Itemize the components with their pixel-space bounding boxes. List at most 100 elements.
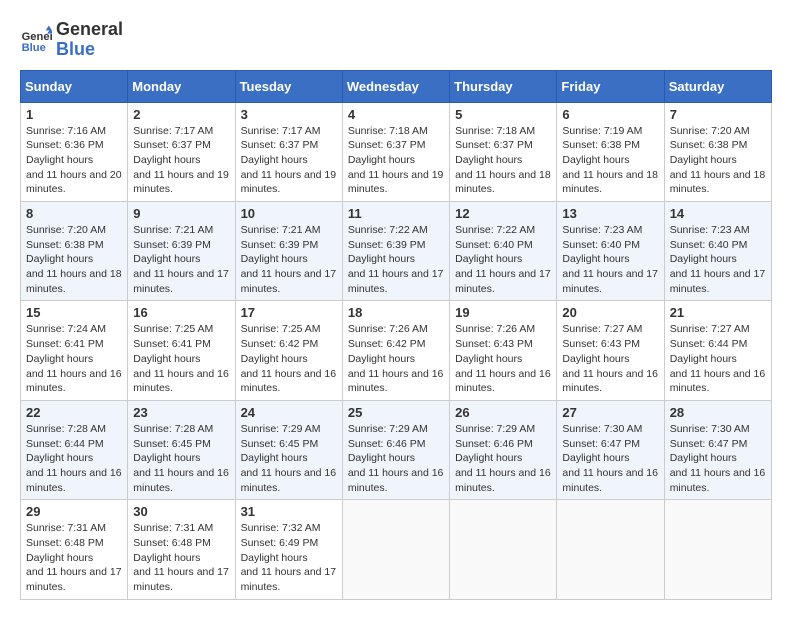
- day-number: 27: [562, 405, 658, 420]
- day-info: Sunrise: 7:30 AMSunset: 6:47 PMDaylight …: [562, 422, 658, 495]
- day-info: Sunrise: 7:25 AMSunset: 6:41 PMDaylight …: [133, 322, 229, 395]
- day-info: Sunrise: 7:23 AMSunset: 6:40 PMDaylight …: [562, 223, 658, 296]
- day-info: Sunrise: 7:16 AMSunset: 6:36 PMDaylight …: [26, 124, 122, 197]
- day-number: 29: [26, 504, 122, 519]
- calendar-day-cell: 5Sunrise: 7:18 AMSunset: 6:37 PMDaylight…: [450, 102, 557, 201]
- day-number: 17: [241, 305, 337, 320]
- calendar-week-row: 8 Sunrise: 7:20 AMSunset: 6:38 PMDaylight…: [21, 202, 772, 301]
- page-header: General Blue General Blue: [20, 20, 772, 60]
- header-saturday: Saturday: [664, 70, 771, 102]
- logo-icon: General Blue: [20, 24, 52, 56]
- day-info: Sunrise: 7:23 AMSunset: 6:40 PMDaylight …: [670, 223, 766, 296]
- day-info: Sunrise: 7:32 AMSunset: 6:49 PMDaylight …: [241, 521, 337, 594]
- logo-text: General Blue: [56, 20, 123, 60]
- day-info: Sunrise: 7:28 AMSunset: 6:45 PMDaylight …: [133, 422, 229, 495]
- day-info: Sunrise: 7:20 AMSunset: 6:38 PMDaylight …: [26, 223, 122, 296]
- day-number: 14: [670, 206, 766, 221]
- day-number: 26: [455, 405, 551, 420]
- day-number: 24: [241, 405, 337, 420]
- day-number: 7: [670, 107, 766, 122]
- day-info: Sunrise: 7:27 AMSunset: 6:44 PMDaylight …: [670, 322, 766, 395]
- day-number: 10: [241, 206, 337, 221]
- calendar-day-cell: 9 Sunrise: 7:21 AMSunset: 6:39 PMDaylight…: [128, 202, 235, 301]
- calendar-day-cell: 21 Sunrise: 7:27 AMSunset: 6:44 PMDayligh…: [664, 301, 771, 400]
- calendar-day-cell: [557, 500, 664, 599]
- calendar-day-cell: 24 Sunrise: 7:29 AMSunset: 6:45 PMDayligh…: [235, 400, 342, 499]
- calendar-day-cell: 16 Sunrise: 7:25 AMSunset: 6:41 PMDayligh…: [128, 301, 235, 400]
- calendar-day-cell: 26 Sunrise: 7:29 AMSunset: 6:46 PMDayligh…: [450, 400, 557, 499]
- day-info: Sunrise: 7:29 AMSunset: 6:46 PMDaylight …: [455, 422, 551, 495]
- calendar-day-cell: 8 Sunrise: 7:20 AMSunset: 6:38 PMDaylight…: [21, 202, 128, 301]
- svg-text:Blue: Blue: [22, 42, 46, 54]
- calendar-day-cell: 25Sunrise: 7:29 AMSunset: 6:46 PMDayligh…: [342, 400, 449, 499]
- calendar-day-cell: 2Sunrise: 7:17 AMSunset: 6:37 PMDaylight…: [128, 102, 235, 201]
- day-number: 4: [348, 107, 444, 122]
- day-number: 16: [133, 305, 229, 320]
- day-info: Sunrise: 7:26 AMSunset: 6:43 PMDaylight …: [455, 322, 551, 395]
- day-info: Sunrise: 7:20 AMSunset: 6:38 PMDaylight …: [670, 124, 766, 197]
- day-number: 18: [348, 305, 444, 320]
- calendar-day-cell: 22 Sunrise: 7:28 AMSunset: 6:44 PMDayligh…: [21, 400, 128, 499]
- calendar-day-cell: 20Sunrise: 7:27 AMSunset: 6:43 PMDayligh…: [557, 301, 664, 400]
- day-info: Sunrise: 7:31 AMSunset: 6:48 PMDaylight …: [133, 521, 229, 594]
- day-info: Sunrise: 7:19 AMSunset: 6:38 PMDaylight …: [562, 124, 658, 197]
- header-thursday: Thursday: [450, 70, 557, 102]
- calendar-day-cell: 10 Sunrise: 7:21 AMSunset: 6:39 PMDayligh…: [235, 202, 342, 301]
- day-number: 8: [26, 206, 122, 221]
- logo: General Blue General Blue: [20, 20, 123, 60]
- header-sunday: Sunday: [21, 70, 128, 102]
- day-number: 9: [133, 206, 229, 221]
- calendar-day-cell: 28Sunrise: 7:30 AMSunset: 6:47 PMDayligh…: [664, 400, 771, 499]
- day-number: 31: [241, 504, 337, 519]
- day-info: Sunrise: 7:21 AMSunset: 6:39 PMDaylight …: [133, 223, 229, 296]
- calendar-day-cell: 30 Sunrise: 7:31 AMSunset: 6:48 PMDayligh…: [128, 500, 235, 599]
- day-info: Sunrise: 7:26 AMSunset: 6:42 PMDaylight …: [348, 322, 444, 395]
- day-number: 13: [562, 206, 658, 221]
- calendar-day-cell: 4Sunrise: 7:18 AMSunset: 6:37 PMDaylight…: [342, 102, 449, 201]
- day-info: Sunrise: 7:24 AMSunset: 6:41 PMDaylight …: [26, 322, 122, 395]
- header-monday: Monday: [128, 70, 235, 102]
- calendar-day-cell: 27 Sunrise: 7:30 AMSunset: 6:47 PMDayligh…: [557, 400, 664, 499]
- calendar-day-cell: 15 Sunrise: 7:24 AMSunset: 6:41 PMDayligh…: [21, 301, 128, 400]
- calendar-day-cell: 3Sunrise: 7:17 AMSunset: 6:37 PMDaylight…: [235, 102, 342, 201]
- day-info: Sunrise: 7:30 AMSunset: 6:47 PMDaylight …: [670, 422, 766, 495]
- day-info: Sunrise: 7:25 AMSunset: 6:42 PMDaylight …: [241, 322, 337, 395]
- calendar-week-row: 22 Sunrise: 7:28 AMSunset: 6:44 PMDayligh…: [21, 400, 772, 499]
- day-info: Sunrise: 7:22 AMSunset: 6:39 PMDaylight …: [348, 223, 444, 296]
- calendar-day-cell: 29 Sunrise: 7:31 AMSunset: 6:48 PMDayligh…: [21, 500, 128, 599]
- day-number: 11: [348, 206, 444, 221]
- calendar-week-row: 15 Sunrise: 7:24 AMSunset: 6:41 PMDayligh…: [21, 301, 772, 400]
- calendar-day-cell: 1 Sunrise: 7:16 AMSunset: 6:36 PMDaylight…: [21, 102, 128, 201]
- day-info: Sunrise: 7:31 AMSunset: 6:48 PMDaylight …: [26, 521, 122, 594]
- calendar-day-cell: [450, 500, 557, 599]
- calendar-week-row: 1 Sunrise: 7:16 AMSunset: 6:36 PMDaylight…: [21, 102, 772, 201]
- day-info: Sunrise: 7:28 AMSunset: 6:44 PMDaylight …: [26, 422, 122, 495]
- calendar-day-cell: 18 Sunrise: 7:26 AMSunset: 6:42 PMDayligh…: [342, 301, 449, 400]
- day-info: Sunrise: 7:29 AMSunset: 6:46 PMDaylight …: [348, 422, 444, 495]
- calendar-day-cell: 19 Sunrise: 7:26 AMSunset: 6:43 PMDayligh…: [450, 301, 557, 400]
- calendar-day-cell: 31 Sunrise: 7:32 AMSunset: 6:49 PMDayligh…: [235, 500, 342, 599]
- day-number: 12: [455, 206, 551, 221]
- calendar-day-cell: [664, 500, 771, 599]
- calendar-day-cell: [342, 500, 449, 599]
- calendar-day-cell: 14 Sunrise: 7:23 AMSunset: 6:40 PMDayligh…: [664, 202, 771, 301]
- calendar-day-cell: 13 Sunrise: 7:23 AMSunset: 6:40 PMDayligh…: [557, 202, 664, 301]
- header-friday: Friday: [557, 70, 664, 102]
- calendar-day-cell: 23Sunrise: 7:28 AMSunset: 6:45 PMDayligh…: [128, 400, 235, 499]
- calendar-table: Sunday Monday Tuesday Wednesday Thursday…: [20, 70, 772, 600]
- day-number: 20: [562, 305, 658, 320]
- day-number: 22: [26, 405, 122, 420]
- day-number: 15: [26, 305, 122, 320]
- day-number: 30: [133, 504, 229, 519]
- svg-text:General: General: [22, 31, 52, 43]
- calendar-day-cell: 7 Sunrise: 7:20 AMSunset: 6:38 PMDaylight…: [664, 102, 771, 201]
- calendar-day-cell: 12 Sunrise: 7:22 AMSunset: 6:40 PMDayligh…: [450, 202, 557, 301]
- day-info: Sunrise: 7:22 AMSunset: 6:40 PMDaylight …: [455, 223, 551, 296]
- day-info: Sunrise: 7:29 AMSunset: 6:45 PMDaylight …: [241, 422, 337, 495]
- day-number: 1: [26, 107, 122, 122]
- day-info: Sunrise: 7:21 AMSunset: 6:39 PMDaylight …: [241, 223, 337, 296]
- day-number: 21: [670, 305, 766, 320]
- day-number: 19: [455, 305, 551, 320]
- day-info: Sunrise: 7:17 AMSunset: 6:37 PMDaylight …: [133, 124, 229, 197]
- calendar-week-row: 29 Sunrise: 7:31 AMSunset: 6:48 PMDayligh…: [21, 500, 772, 599]
